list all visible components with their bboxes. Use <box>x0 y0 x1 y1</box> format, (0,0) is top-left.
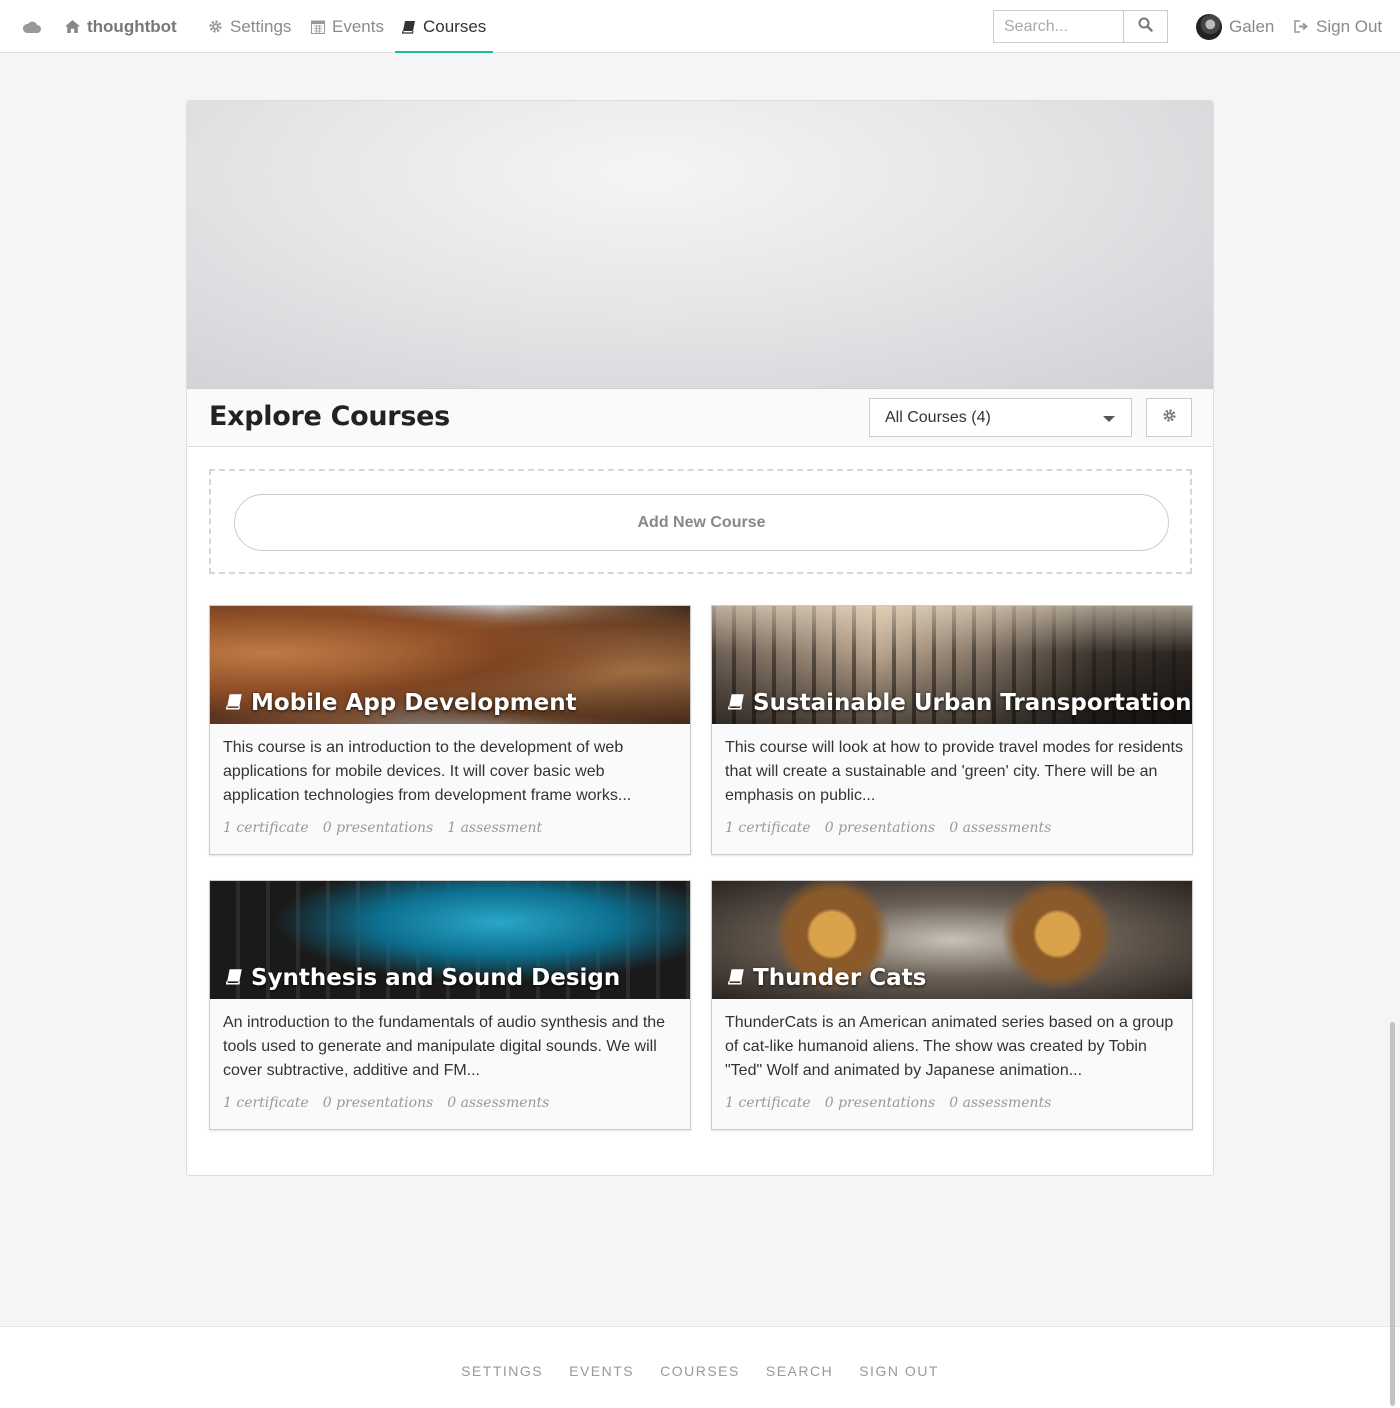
assessment-count: 0 assessments <box>447 1095 550 1111</box>
assessment-count: 0 assessments <box>949 1095 1052 1111</box>
gear-icon <box>208 19 223 34</box>
course-filter-value: All Courses (4) <box>885 408 991 426</box>
add-course-dropzone: Add New Course <box>209 469 1192 574</box>
avatar <box>1196 13 1222 40</box>
footer-link-settings[interactable]: SETTINGS <box>461 1363 543 1379</box>
course-title[interactable]: Thunder Cats <box>727 965 927 991</box>
page-title: Explore Courses <box>209 401 450 432</box>
course-title-text: Thunder Cats <box>753 965 927 991</box>
scrollbar[interactable] <box>1390 1022 1395 1406</box>
user-menu[interactable]: Galen <box>1196 0 1274 53</box>
calendar-icon <box>311 19 325 34</box>
course-card[interactable]: Synthesis and Sound Design An introducti… <box>209 880 691 1130</box>
course-filter-select[interactable]: All Courses (4) <box>869 398 1132 437</box>
presentation-count: 0 presentations <box>322 820 434 836</box>
search-form <box>993 10 1168 43</box>
nav-settings-label: Settings <box>230 16 292 36</box>
course-title[interactable]: Mobile App Development <box>225 690 577 716</box>
certificate-count: 1 certificate <box>725 820 811 836</box>
nav-events-label: Events <box>332 16 384 36</box>
footer-nav: SETTINGS EVENTS COURSES SEARCH SIGN OUT <box>0 1363 1400 1379</box>
presentation-count: 0 presentations <box>824 820 936 836</box>
presentation-count: 0 presentations <box>322 1095 434 1111</box>
presentation-count: 0 presentations <box>824 1095 936 1111</box>
book-icon <box>727 690 745 716</box>
course-description: ThunderCats is an American animated seri… <box>725 1014 1174 1079</box>
top-navbar: thoughtbot Settings Events Courses Galen <box>0 0 1400 53</box>
course-card[interactable]: Sustainable Urban Transportation This co… <box>711 605 1193 855</box>
assessment-count: 1 assessment <box>447 820 543 836</box>
hero-banner-image <box>187 101 1213 389</box>
course-description: An introduction to the fundamentals of a… <box>223 1014 666 1079</box>
footer: SETTINGS EVENTS COURSES SEARCH SIGN OUT <box>0 1326 1400 1408</box>
footer-link-events[interactable]: EVENTS <box>569 1363 634 1379</box>
footer-link-sign-out[interactable]: SIGN OUT <box>859 1363 939 1379</box>
nav-courses[interactable]: Courses <box>394 0 494 53</box>
certificate-count: 1 certificate <box>223 820 309 836</box>
nav-courses-label: Courses <box>423 16 487 36</box>
assessment-count: 0 assessments <box>949 820 1052 836</box>
nav-settings[interactable]: Settings <box>208 0 291 53</box>
cloud-icon[interactable] <box>22 0 42 53</box>
course-stats: 1 certificate 0 presentations 0 assessme… <box>223 1095 549 1111</box>
course-title-text: Mobile App Development <box>251 690 577 716</box>
course-title-text: Synthesis and Sound Design <box>251 965 621 991</box>
course-card[interactable]: Mobile App Development This course is an… <box>209 605 691 855</box>
course-card[interactable]: Thunder Cats ThunderCats is an American … <box>711 880 1193 1130</box>
chevron-down-icon <box>1103 416 1115 422</box>
course-stats: 1 certificate 0 presentations 1 assessme… <box>223 820 542 836</box>
certificate-count: 1 certificate <box>223 1095 309 1111</box>
course-title-text: Sustainable Urban Transportation <box>753 690 1192 716</box>
course-description: This course is an introduction to the de… <box>223 739 632 804</box>
footer-link-search[interactable]: SEARCH <box>766 1363 833 1379</box>
course-description: This course will look at how to provide … <box>725 739 1183 804</box>
book-icon <box>225 965 243 991</box>
course-title[interactable]: Sustainable Urban Transportation <box>727 690 1192 716</box>
sign-out-link[interactable]: Sign Out <box>1294 0 1382 53</box>
certificate-count: 1 certificate <box>725 1095 811 1111</box>
sign-out-icon <box>1294 20 1309 33</box>
course-image: Mobile App Development <box>210 606 690 724</box>
course-stats: 1 certificate 0 presentations 0 assessme… <box>725 820 1051 836</box>
search-button[interactable] <box>1123 10 1168 43</box>
book-icon <box>727 965 745 991</box>
user-name: Galen <box>1229 16 1275 36</box>
course-image: Sustainable Urban Transportation <box>712 606 1192 724</box>
brand-name: thoughtbot <box>87 16 177 36</box>
footer-link-courses[interactable]: COURSES <box>660 1363 740 1379</box>
nav-events[interactable]: Events <box>311 0 384 53</box>
book-icon <box>225 690 243 716</box>
course-stats: 1 certificate 0 presentations 0 assessme… <box>725 1095 1051 1111</box>
course-title[interactable]: Synthesis and Sound Design <box>225 965 621 991</box>
explore-header: Explore Courses All Courses (4) <box>187 389 1213 447</box>
home-icon <box>65 20 80 33</box>
search-input[interactable] <box>993 10 1123 43</box>
sign-out-label: Sign Out <box>1316 16 1383 36</box>
brand-link[interactable]: thoughtbot <box>65 0 177 53</box>
settings-button[interactable] <box>1146 398 1192 437</box>
book-icon <box>402 20 416 34</box>
gear-icon <box>1162 408 1177 428</box>
course-image: Thunder Cats <box>712 881 1192 999</box>
course-image: Synthesis and Sound Design <box>210 881 690 999</box>
search-icon <box>1138 17 1153 37</box>
courses-panel: Explore Courses All Courses (4) Add New … <box>186 100 1214 1176</box>
add-course-button[interactable]: Add New Course <box>234 494 1169 551</box>
